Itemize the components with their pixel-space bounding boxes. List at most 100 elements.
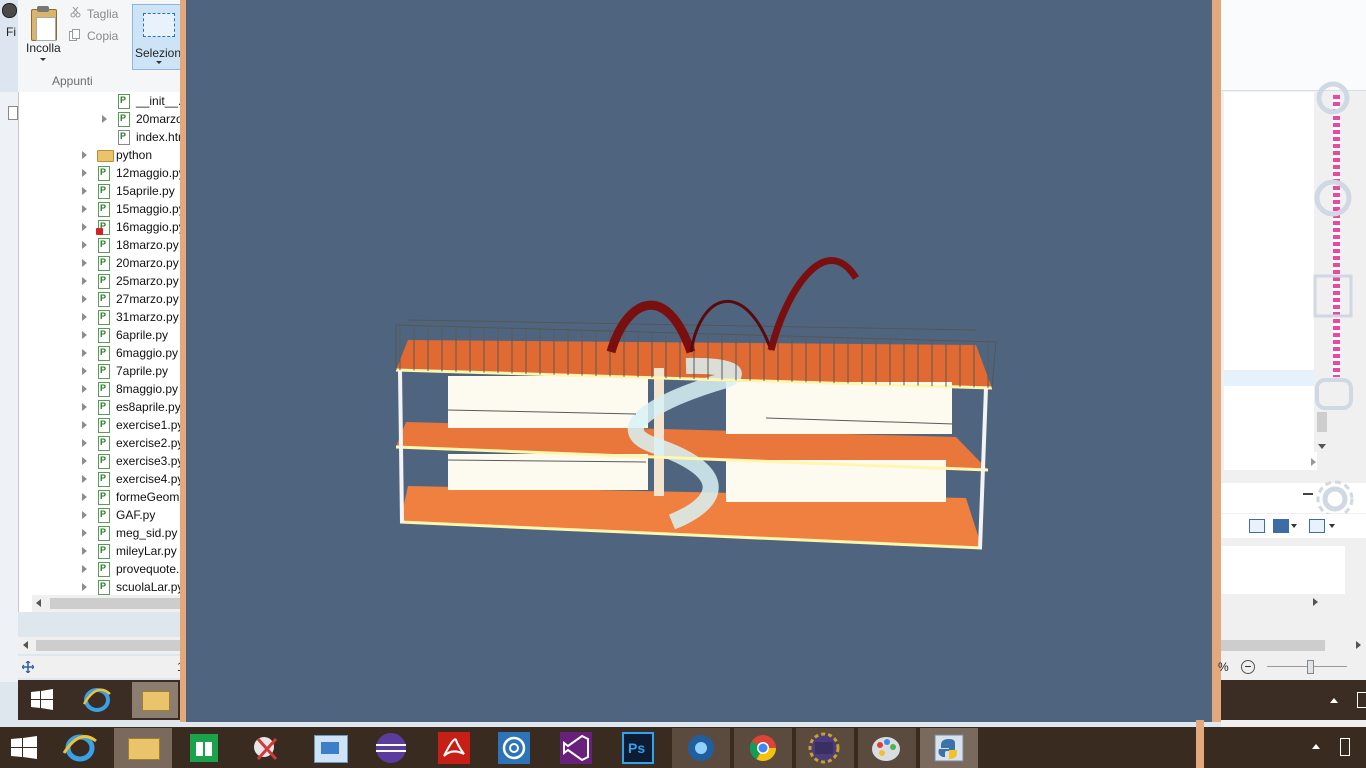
tree-item[interactable]: GAF.py: [19, 506, 183, 524]
scroll-thumb[interactable]: [50, 598, 180, 609]
copy-button[interactable]: Copia: [87, 29, 118, 43]
scroll-left-icon[interactable]: [23, 641, 28, 649]
expand-arrow-icon[interactable]: [82, 331, 87, 339]
new-window-icon[interactable]: [1309, 519, 1325, 533]
tree-item[interactable]: exercise3.py: [19, 452, 183, 470]
tree-item[interactable]: 27marzo.py: [19, 290, 183, 308]
expand-arrow-icon[interactable]: [82, 367, 87, 375]
tree-item[interactable]: 15aprile.py: [19, 182, 183, 200]
eclipse-icon[interactable]: [374, 732, 408, 764]
internet-explorer-icon[interactable]: [62, 732, 98, 764]
chrome-button[interactable]: [734, 728, 792, 768]
expand-arrow-icon[interactable]: [82, 511, 87, 519]
tree-item[interactable]: python: [19, 146, 183, 164]
tree-item[interactable]: 12maggio.py: [19, 164, 183, 182]
expand-arrow-icon[interactable]: [82, 547, 87, 555]
file-menu-label[interactable]: Fi: [6, 25, 16, 39]
select-button[interactable]: Seleziona: [132, 4, 188, 70]
tree-hscrollbar[interactable]: [32, 595, 182, 612]
scroll-left-icon[interactable]: [36, 599, 41, 607]
tree-item[interactable]: 25marzo.py: [19, 272, 183, 290]
right-text-area[interactable]: [1221, 546, 1345, 594]
windows-store-icon[interactable]: [190, 734, 218, 762]
scroll-thumb[interactable]: [36, 640, 182, 651]
expand-arrow-icon[interactable]: [82, 475, 87, 483]
chevron-up-icon[interactable]: [1312, 744, 1320, 749]
expand-arrow-icon[interactable]: [82, 529, 87, 537]
paint-button[interactable]: [858, 728, 916, 768]
internet-explorer-icon[interactable]: [82, 686, 112, 714]
expand-arrow-icon[interactable]: [82, 241, 87, 249]
zoom-out-icon[interactable]: [1241, 660, 1255, 674]
expand-arrow-icon[interactable]: [82, 583, 87, 591]
expand-arrow-icon[interactable]: [82, 295, 87, 303]
visual-studio-icon[interactable]: [560, 732, 592, 764]
cut-button[interactable]: Taglia: [87, 7, 118, 21]
remote-desktop-icon[interactable]: [314, 735, 348, 763]
chevron-down-icon[interactable]: [1329, 524, 1335, 528]
tree-item[interactable]: exercise1.py: [19, 416, 183, 434]
chevron-down-icon[interactable]: [40, 58, 46, 61]
tree-item[interactable]: mileyLar.py: [19, 542, 183, 560]
expand-arrow-icon[interactable]: [82, 493, 87, 501]
expand-arrow-icon[interactable]: [82, 277, 87, 285]
scroll-right-icon[interactable]: [1313, 598, 1318, 606]
outer-hscrollbar[interactable]: [18, 637, 182, 654]
media-app-button[interactable]: [672, 728, 730, 768]
python-button[interactable]: [920, 728, 978, 768]
tree-item[interactable]: provequote.: [19, 560, 183, 578]
export-icon[interactable]: [1249, 519, 1265, 533]
expand-arrow-icon[interactable]: [82, 313, 87, 321]
expand-arrow-icon[interactable]: [82, 169, 87, 177]
network-app-icon[interactable]: [498, 732, 530, 764]
expand-arrow-icon[interactable]: [82, 439, 87, 447]
tree-item[interactable]: exercise4.py: [19, 470, 183, 488]
tree-item[interactable]: __init__.p: [19, 92, 183, 110]
expand-arrow-icon[interactable]: [102, 115, 107, 123]
expand-arrow-icon[interactable]: [82, 151, 87, 159]
tree-item[interactable]: 18marzo.py: [19, 236, 183, 254]
tree-item[interactable]: 20marzo: [19, 110, 183, 128]
tree-item[interactable]: index.htn: [19, 128, 183, 146]
expand-arrow-icon[interactable]: [82, 223, 87, 231]
expand-arrow-icon[interactable]: [82, 259, 87, 267]
right-hscrollbar[interactable]: [1221, 637, 1366, 654]
expand-arrow-icon[interactable]: [82, 205, 87, 213]
tree-item[interactable]: 16maggio.py: [19, 218, 183, 236]
scroll-right-icon[interactable]: [1356, 641, 1361, 649]
tree-item[interactable]: meg_sid.py: [19, 524, 183, 542]
expand-arrow-icon[interactable]: [82, 403, 87, 411]
windows-start-icon[interactable]: [30, 688, 54, 712]
zoom-slider-handle[interactable]: [1307, 660, 1314, 674]
tree-item[interactable]: 6maggio.py: [19, 344, 183, 362]
tree-item[interactable]: scuolaLar.py: [19, 578, 183, 596]
file-explorer-icon[interactable]: [114, 728, 172, 768]
expand-arrow-icon[interactable]: [82, 565, 87, 573]
java-ee-ide-button[interactable]: [796, 728, 854, 768]
display-icon[interactable]: [1273, 519, 1289, 533]
expand-arrow-icon[interactable]: [82, 457, 87, 465]
list-item-selected[interactable]: [1224, 370, 1317, 386]
file-explorer-icon[interactable]: [132, 682, 178, 718]
3d-viewport[interactable]: [186, 0, 1212, 722]
tree-item[interactable]: 20marzo.py: [19, 254, 183, 272]
windows-start-icon[interactable]: [8, 734, 40, 762]
minimize-icon[interactable]: [1303, 493, 1313, 495]
tree-item[interactable]: exercise2.py: [19, 434, 183, 452]
tree-item[interactable]: 7aprile.py: [19, 362, 183, 380]
expand-arrow-icon[interactable]: [82, 421, 87, 429]
chevron-up-icon[interactable]: [1330, 698, 1338, 703]
scroll-down-icon[interactable]: [1318, 444, 1326, 449]
tree-item[interactable]: formeGeom: [19, 488, 183, 506]
tree-item[interactable]: es8aprile.py: [19, 398, 183, 416]
tree-item[interactable]: 6aprile.py: [19, 326, 183, 344]
tree-item[interactable]: 8maggio.py: [19, 380, 183, 398]
expand-arrow-icon[interactable]: [82, 187, 87, 195]
scroll-right-icon[interactable]: [1311, 458, 1316, 466]
snipping-tool-icon[interactable]: [252, 733, 282, 763]
chevron-down-icon[interactable]: [1291, 524, 1297, 528]
acrobat-reader-icon[interactable]: [438, 732, 470, 764]
expand-arrow-icon[interactable]: [82, 385, 87, 393]
expand-arrow-icon[interactable]: [82, 349, 87, 357]
tree-item[interactable]: 31marzo.py: [19, 308, 183, 326]
